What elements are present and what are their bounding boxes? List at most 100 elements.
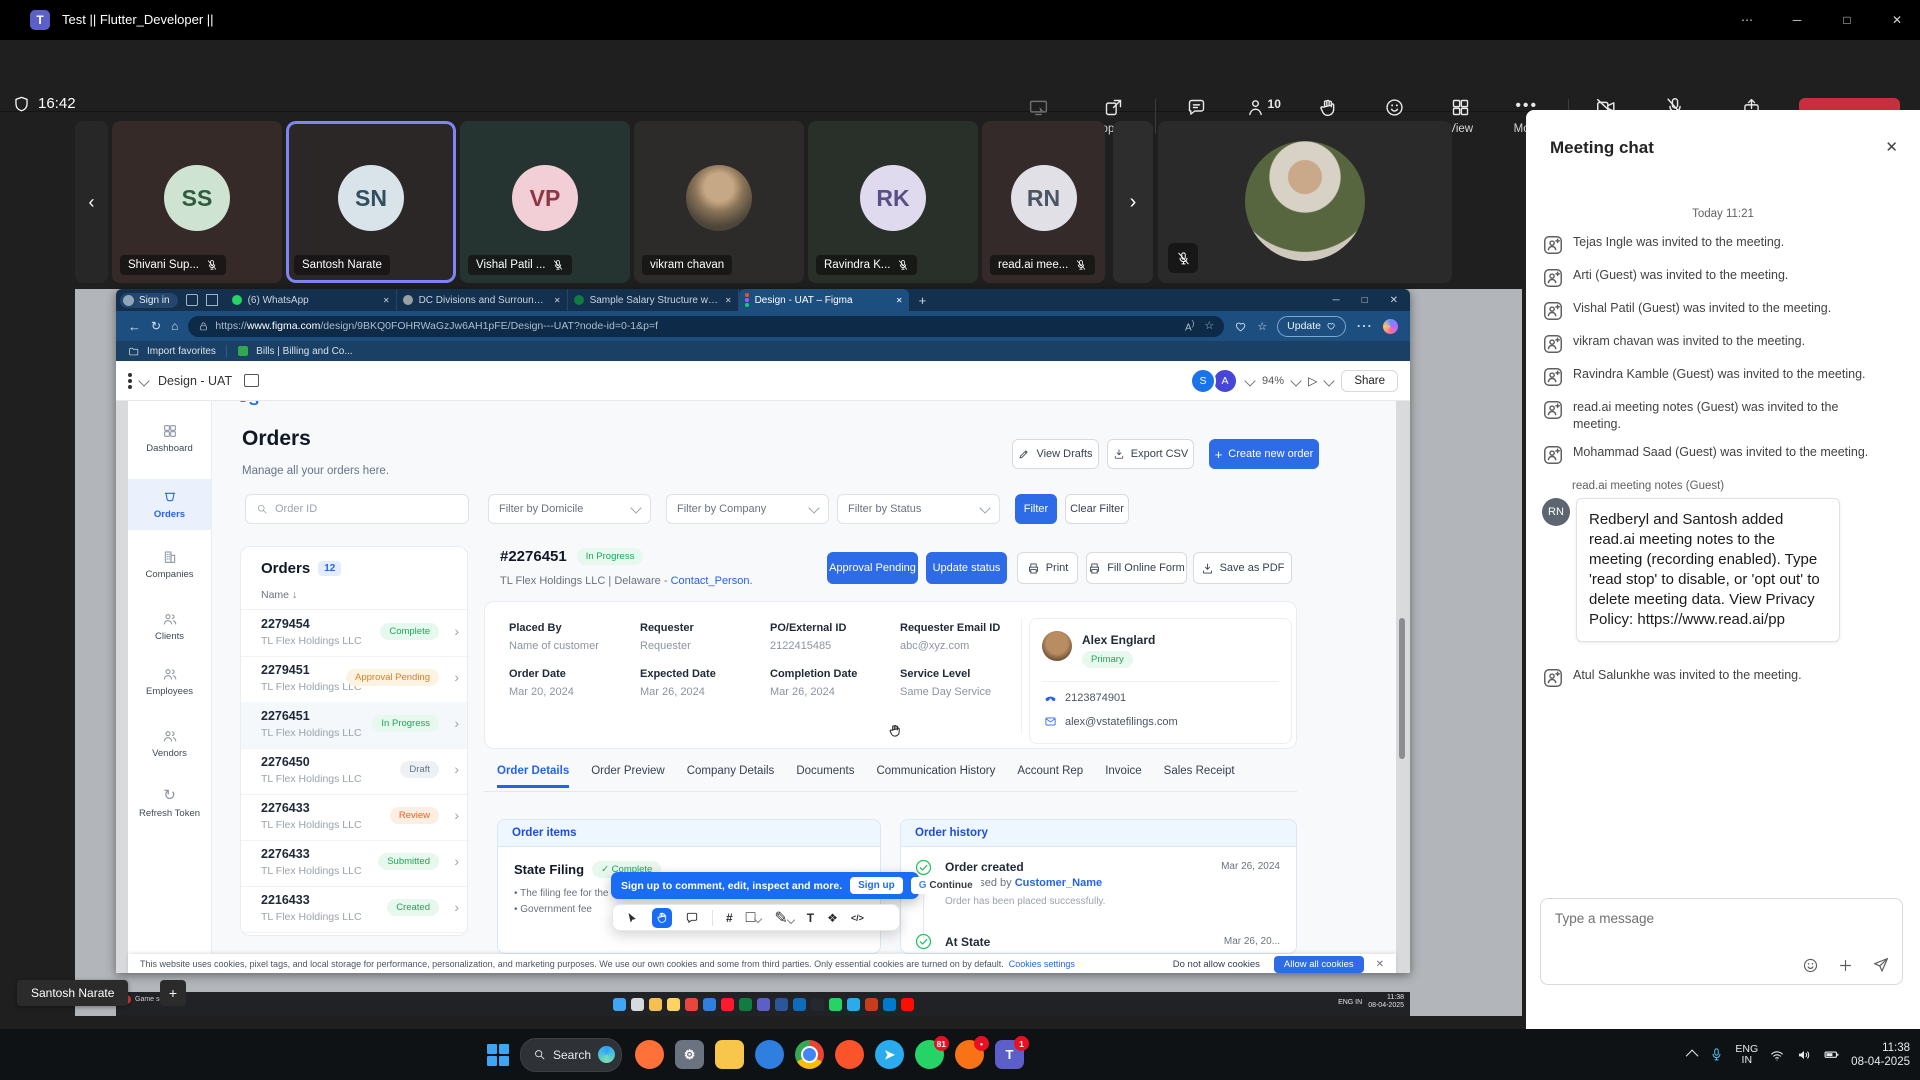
browser-menu-icon[interactable]: ⋯: [1356, 316, 1373, 336]
avatars-chevron-icon[interactable]: [1244, 375, 1255, 386]
presenter-add-button[interactable]: +: [160, 980, 186, 1006]
figma-doc-title[interactable]: Design - UAT: [158, 374, 232, 388]
print-button[interactable]: Print: [1017, 552, 1078, 584]
participant-tile[interactable]: RKRavindra K...: [808, 121, 978, 283]
create-order-button[interactable]: + Create new order: [1209, 439, 1319, 469]
approval-pending-button[interactable]: Approval Pending: [827, 552, 918, 584]
favorite-star-icon[interactable]: ☆: [1204, 319, 1214, 332]
move-cursor-icon[interactable]: [625, 911, 639, 925]
tab-close-icon[interactable]: ✕: [554, 296, 561, 305]
attach-plus-icon[interactable]: [1837, 957, 1854, 974]
taskbar-icon-brave[interactable]: [835, 1040, 864, 1069]
browser-tab[interactable]: Sample Salary Structure with calc✕: [568, 289, 739, 311]
vertical-tabs-icon[interactable]: [206, 294, 218, 306]
browser-maximize-button[interactable]: □: [1362, 295, 1368, 306]
tab-communication-history[interactable]: Communication History: [876, 765, 995, 788]
collaborator-avatar[interactable]: S: [1190, 368, 1216, 394]
order-row[interactable]: 2216433TL Flex Holdings LLCCreated›: [241, 886, 468, 933]
tab-invoice[interactable]: Invoice: [1105, 765, 1141, 788]
sidebar-item-vendors[interactable]: Vendors: [128, 728, 211, 759]
favorites-bar-icon[interactable]: ☆: [1257, 320, 1267, 333]
browser-signin-button[interactable]: Sign in: [120, 293, 178, 308]
zoom-level[interactable]: 94%: [1262, 375, 1284, 387]
browser-close-button[interactable]: ✕: [1390, 295, 1398, 306]
sidebar-item-dashboard[interactable]: Dashboard: [128, 423, 211, 454]
copilot-icon[interactable]: [1383, 319, 1398, 334]
frame-tool-icon[interactable]: #: [726, 911, 733, 925]
message-compose-box[interactable]: Type a message: [1540, 898, 1903, 985]
browser-minimize-button[interactable]: ─: [1332, 295, 1339, 306]
filter-clear-button[interactable]: Clear Filter: [1065, 494, 1129, 524]
tray-mic-icon[interactable]: [1709, 1047, 1724, 1062]
shared-taskbar-icon[interactable]: [739, 998, 752, 1011]
filter-apply-button[interactable]: Filter: [1015, 494, 1057, 524]
bills-bookmark[interactable]: Bills | Billing and Co...: [256, 346, 353, 357]
order-row[interactable]: 2279451TL Flex Holdings LLCApproval Pend…: [241, 656, 468, 703]
shared-taskbar-icon[interactable]: [649, 998, 662, 1011]
shared-taskbar-icon[interactable]: [829, 998, 842, 1011]
zoom-chevron-icon[interactable]: [1290, 375, 1301, 386]
cookie-settings-link[interactable]: Cookies settings: [1009, 959, 1075, 969]
language-indicator[interactable]: ENGIN: [1735, 1044, 1758, 1066]
google-continue-button[interactable]: G Continue: [911, 877, 981, 894]
tab-close-icon[interactable]: ✕: [896, 296, 903, 305]
browser-tab[interactable]: DC Divisions and Surroundings✕: [397, 289, 568, 311]
taskbar-icon-edge[interactable]: [755, 1040, 784, 1069]
tiles-prev-button[interactable]: ‹: [75, 121, 108, 283]
browser-tab[interactable]: Design - UAT – Figma✕: [739, 289, 909, 311]
filter-company-select[interactable]: Filter by Company: [666, 494, 829, 524]
shared-taskbar-icon[interactable]: [757, 998, 770, 1011]
close-button[interactable]: ✕: [1874, 0, 1920, 40]
view-drafts-button[interactable]: View Drafts: [1012, 439, 1099, 469]
pen-tool-icon[interactable]: ✎: [774, 908, 793, 928]
comment-tool-icon[interactable]: [685, 911, 699, 925]
tab-company-details[interactable]: Company Details: [687, 765, 775, 788]
battery-icon[interactable]: [1823, 1046, 1840, 1063]
order-row[interactable]: 2276450TL Flex Holdings LLCDraft›: [241, 748, 468, 795]
tiles-next-button[interactable]: ›: [1113, 121, 1153, 283]
taskbar-icon-firefox[interactable]: [635, 1040, 664, 1069]
titlebar-more-button[interactable]: ⋯: [1724, 0, 1770, 40]
text-tool-icon[interactable]: T: [807, 911, 814, 925]
layout-panel-icon[interactable]: [244, 374, 259, 387]
taskbar-icon-telegram[interactable]: ➤: [875, 1040, 904, 1069]
taskbar-clock[interactable]: 11:3808-04-2025: [1851, 1041, 1910, 1069]
shared-taskbar-icon[interactable]: [847, 998, 860, 1011]
chat-close-icon[interactable]: ✕: [1885, 138, 1898, 156]
sidebar-item-orders[interactable]: Orders: [128, 479, 211, 530]
filter-status-select[interactable]: Filter by Status: [837, 494, 1000, 524]
send-icon[interactable]: [1872, 956, 1890, 974]
shared-taskbar-icon[interactable]: [667, 998, 680, 1011]
import-favorites[interactable]: Import favorites: [147, 346, 216, 357]
sidebar-item-refresh-token[interactable]: ↻Refresh Token: [128, 786, 211, 819]
figma-share-button[interactable]: Share: [1341, 370, 1398, 392]
browser-tab[interactable]: (6) WhatsApp✕: [226, 289, 397, 311]
message-input[interactable]: Type a message: [1555, 911, 1654, 926]
back-icon[interactable]: ←: [128, 319, 141, 334]
url-field[interactable]: https://www.figma.com/design/9BKQ0FOHRWa…: [188, 316, 1224, 337]
fill-online-form-button[interactable]: Fill Online Form: [1086, 552, 1187, 584]
sidebar-item-companies[interactable]: Companies: [128, 549, 211, 580]
spotlight-tile[interactable]: [1158, 121, 1452, 283]
tab-close-icon[interactable]: ✕: [383, 296, 390, 305]
figma-menu-chevron-icon[interactable]: [138, 375, 149, 386]
cookie-close-icon[interactable]: ✕: [1376, 959, 1384, 970]
customer-name-link[interactable]: Customer_Name: [1015, 877, 1102, 889]
filter-domicile-select[interactable]: Filter by Domicile: [488, 494, 651, 524]
shared-taskbar-icon[interactable]: [613, 998, 626, 1011]
minimize-button[interactable]: ─: [1774, 0, 1820, 40]
shared-taskbar-icon[interactable]: [865, 998, 878, 1011]
order-row[interactable]: 2276451TL Flex Holdings LLCIn Progress›: [241, 702, 468, 749]
shared-taskbar-icon[interactable]: [775, 998, 788, 1011]
emoji-icon[interactable]: [1802, 957, 1819, 974]
tab-order-details[interactable]: Order Details: [497, 765, 569, 788]
update-status-button[interactable]: Update status: [926, 552, 1007, 584]
export-csv-button[interactable]: Export CSV: [1107, 439, 1194, 469]
participant-tile[interactable]: vikram chavan: [634, 121, 804, 283]
update-button[interactable]: Update: [1277, 316, 1346, 337]
tab-order-preview[interactable]: Order Preview: [591, 765, 665, 788]
tab-close-icon[interactable]: ✕: [725, 296, 732, 305]
participant-tile[interactable]: SNSantosh Narate: [286, 121, 456, 283]
tray-expand-icon[interactable]: [1686, 1050, 1699, 1063]
chat-bubble-text[interactable]: Redberyl and Santosh added read.ai meeti…: [1576, 498, 1840, 642]
